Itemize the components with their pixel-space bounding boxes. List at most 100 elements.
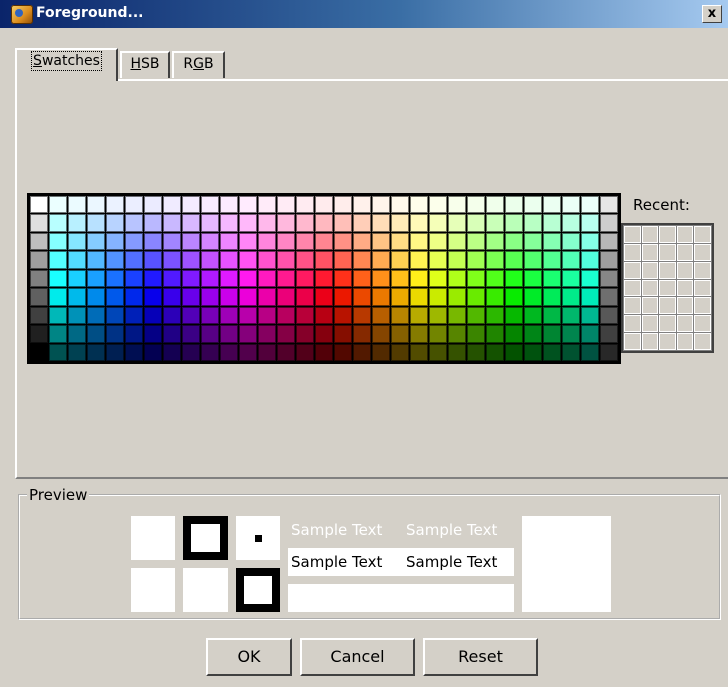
recent-swatch[interactable]: [624, 297, 641, 315]
color-swatch[interactable]: [391, 214, 409, 232]
recent-swatch[interactable]: [641, 243, 659, 261]
color-swatch[interactable]: [467, 232, 485, 251]
color-swatch[interactable]: [429, 306, 447, 325]
color-swatch[interactable]: [87, 306, 105, 325]
color-swatch[interactable]: [353, 232, 371, 251]
color-swatch[interactable]: [258, 269, 276, 288]
color-swatch[interactable]: [163, 214, 181, 232]
color-swatch[interactable]: [201, 325, 219, 343]
close-button[interactable]: x: [702, 5, 722, 23]
color-swatch[interactable]: [258, 196, 276, 214]
color-swatch[interactable]: [581, 343, 599, 361]
color-swatch[interactable]: [106, 325, 124, 343]
color-swatch[interactable]: [315, 196, 333, 214]
color-swatch[interactable]: [486, 232, 504, 251]
recent-swatch[interactable]: [641, 226, 659, 243]
color-swatch[interactable]: [220, 288, 238, 306]
color-swatch[interactable]: [505, 325, 523, 343]
color-swatch[interactable]: [258, 325, 276, 343]
color-swatch[interactable]: [524, 269, 542, 288]
color-swatch[interactable]: [277, 306, 295, 325]
color-swatch[interactable]: [505, 214, 523, 232]
color-swatch[interactable]: [87, 232, 105, 251]
color-swatch[interactable]: [49, 232, 67, 251]
color-swatch[interactable]: [410, 214, 428, 232]
color-swatch[interactable]: [486, 325, 504, 343]
color-swatch[interactable]: [125, 196, 143, 214]
color-swatch[interactable]: [543, 288, 561, 306]
color-swatch[interactable]: [30, 232, 48, 251]
color-swatch[interactable]: [258, 343, 276, 361]
color-swatch[interactable]: [144, 196, 162, 214]
recent-swatch[interactable]: [676, 226, 694, 243]
color-swatch[interactable]: [30, 251, 48, 269]
recent-swatch[interactable]: [694, 226, 711, 243]
color-swatch[interactable]: [600, 325, 618, 343]
color-swatch[interactable]: [353, 325, 371, 343]
color-swatch[interactable]: [30, 196, 48, 214]
color-swatch[interactable]: [467, 325, 485, 343]
color-swatch[interactable]: [30, 325, 48, 343]
recent-swatch[interactable]: [694, 243, 711, 261]
color-swatch[interactable]: [410, 343, 428, 361]
color-swatch[interactable]: [334, 343, 352, 361]
color-swatch[interactable]: [429, 288, 447, 306]
color-swatch[interactable]: [334, 232, 352, 251]
color-swatch[interactable]: [220, 214, 238, 232]
color-swatch[interactable]: [372, 232, 390, 251]
recent-swatch[interactable]: [676, 333, 694, 350]
color-swatch[interactable]: [30, 288, 48, 306]
recent-swatch[interactable]: [624, 243, 641, 261]
color-swatch[interactable]: [106, 232, 124, 251]
swatch-grid[interactable]: [27, 193, 621, 364]
color-swatch[interactable]: [543, 306, 561, 325]
color-swatch[interactable]: [220, 343, 238, 361]
color-swatch[interactable]: [68, 269, 86, 288]
color-swatch[interactable]: [334, 214, 352, 232]
color-swatch[interactable]: [372, 269, 390, 288]
color-swatch[interactable]: [562, 214, 580, 232]
color-swatch[interactable]: [296, 288, 314, 306]
color-swatch[interactable]: [524, 232, 542, 251]
color-swatch[interactable]: [486, 288, 504, 306]
color-swatch[interactable]: [429, 214, 447, 232]
color-swatch[interactable]: [277, 214, 295, 232]
color-swatch[interactable]: [543, 232, 561, 251]
color-swatch[interactable]: [410, 269, 428, 288]
color-swatch[interactable]: [581, 251, 599, 269]
color-swatch[interactable]: [201, 251, 219, 269]
color-swatch[interactable]: [106, 251, 124, 269]
color-swatch[interactable]: [258, 288, 276, 306]
color-swatch[interactable]: [581, 306, 599, 325]
color-swatch[interactable]: [68, 288, 86, 306]
color-swatch[interactable]: [68, 306, 86, 325]
color-swatch[interactable]: [315, 214, 333, 232]
color-swatch[interactable]: [391, 196, 409, 214]
color-swatch[interactable]: [144, 269, 162, 288]
recent-swatch[interactable]: [676, 297, 694, 315]
color-swatch[interactable]: [467, 288, 485, 306]
color-swatch[interactable]: [296, 214, 314, 232]
color-swatch[interactable]: [106, 288, 124, 306]
color-swatch[interactable]: [220, 325, 238, 343]
color-swatch[interactable]: [391, 288, 409, 306]
color-swatch[interactable]: [334, 325, 352, 343]
recent-swatch[interactable]: [659, 297, 676, 315]
recent-swatch[interactable]: [641, 333, 659, 350]
color-swatch[interactable]: [277, 288, 295, 306]
color-swatch[interactable]: [144, 232, 162, 251]
color-swatch[interactable]: [239, 196, 257, 214]
color-swatch[interactable]: [600, 196, 618, 214]
color-swatch[interactable]: [353, 214, 371, 232]
color-swatch[interactable]: [49, 343, 67, 361]
color-swatch[interactable]: [182, 306, 200, 325]
color-swatch[interactable]: [353, 306, 371, 325]
tab-swatches[interactable]: Swatches: [15, 48, 118, 81]
recent-swatch[interactable]: [659, 279, 676, 297]
recent-swatch[interactable]: [624, 279, 641, 297]
color-swatch[interactable]: [201, 343, 219, 361]
color-swatch[interactable]: [467, 269, 485, 288]
color-swatch[interactable]: [296, 269, 314, 288]
color-swatch[interactable]: [277, 325, 295, 343]
color-swatch[interactable]: [277, 343, 295, 361]
